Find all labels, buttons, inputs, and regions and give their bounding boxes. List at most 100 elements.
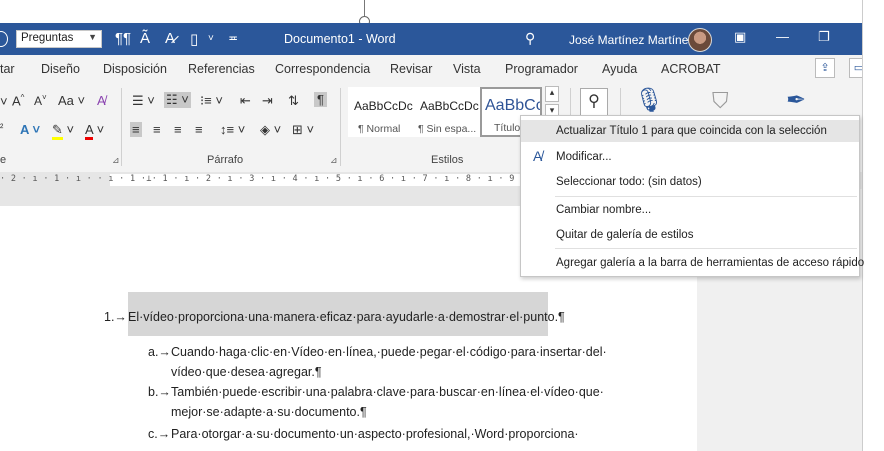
font-dialog-launcher-icon[interactable]: ⊿ bbox=[112, 155, 120, 166]
superscript-icon[interactable]: ² bbox=[0, 123, 3, 134]
share-icon[interactable]: ⇪ bbox=[815, 58, 835, 78]
increase-indent-icon[interactable]: ⇥ bbox=[262, 93, 273, 109]
tab-programador[interactable]: Programador bbox=[505, 62, 578, 76]
search-icon[interactable]: ⚲ bbox=[580, 88, 608, 116]
menu-item-label: Seleccionar todo: (sin datos) bbox=[556, 176, 702, 188]
styles-group-label: Estilos bbox=[431, 154, 464, 166]
list-item-text[interactable]: Para·otorgar·a·su·documento·un·aspecto·p… bbox=[171, 427, 579, 441]
menu-item-remove-from-gallery[interactable]: Quitar de galería de estilos bbox=[521, 224, 859, 246]
paragraph-dialog-launcher-icon[interactable]: ⊿ bbox=[330, 155, 338, 166]
menu-separator bbox=[555, 248, 857, 249]
numbering-icon[interactable]: ☷ ˅ bbox=[164, 92, 191, 108]
group-separator bbox=[121, 88, 122, 166]
style-sample: AaBbCcDc bbox=[354, 99, 413, 113]
menu-item-label: Actualizar Título 1 para que coincida co… bbox=[556, 125, 827, 137]
align-center-icon[interactable]: ≡ bbox=[153, 122, 161, 137]
decrease-indent-icon[interactable]: ⇤ bbox=[240, 93, 251, 109]
highlight-color-icon[interactable]: ✎ ˅ bbox=[52, 122, 74, 140]
gallery-scroll-up-icon[interactable]: ▴ bbox=[545, 86, 559, 102]
bullets-icon[interactable]: ☰ ˅ bbox=[132, 93, 155, 109]
change-case-icon[interactable]: Aa ˅ bbox=[58, 93, 85, 108]
chevron-down-icon[interactable]: ˅ bbox=[208, 33, 214, 44]
text-effects-icon[interactable]: A ˅ bbox=[20, 122, 40, 137]
minimize-icon[interactable]: — bbox=[776, 29, 789, 44]
list-item-text[interactable]: Cuando·haga·clic·en·Vídeo·en·línea,·pued… bbox=[171, 345, 607, 359]
multilevel-list-icon[interactable]: ⁝≡ ˅ bbox=[200, 93, 223, 109]
clear-formatting-icon[interactable]: A̸ bbox=[97, 93, 106, 108]
tab-acrobat[interactable]: ACROBAT bbox=[661, 62, 721, 76]
list-letter: c.→ bbox=[148, 427, 171, 441]
restore-icon[interactable]: ❐ bbox=[818, 29, 830, 45]
ribbon-tabs: tar Diseño Disposición Referencias Corre… bbox=[0, 55, 869, 82]
menu-item-label: Agregar galería a la barra de herramient… bbox=[556, 257, 865, 269]
tab-referencias[interactable]: Referencias bbox=[188, 62, 255, 76]
grow-font-icon[interactable]: A^ bbox=[12, 93, 24, 108]
font-color-icon[interactable]: A ˅ bbox=[85, 122, 104, 140]
list-letter: a.→ bbox=[148, 345, 171, 359]
tab-vista[interactable]: Vista bbox=[453, 62, 481, 76]
group-separator bbox=[340, 88, 341, 166]
tab-diseno[interactable]: Diseño bbox=[41, 62, 80, 76]
list-letter: b.→ bbox=[148, 385, 171, 399]
tab-revisar[interactable]: Revisar bbox=[390, 62, 432, 76]
autosave-icon[interactable] bbox=[0, 31, 8, 47]
text-effect-icon[interactable]: A͂ bbox=[140, 30, 150, 47]
tab-disposicion[interactable]: Disposición bbox=[103, 62, 167, 76]
tab-ayuda[interactable]: Ayuda bbox=[602, 62, 637, 76]
sensitivity-icon[interactable]: ⛉ bbox=[712, 88, 729, 114]
pilcrow-icon[interactable]: ¶¶ bbox=[115, 30, 131, 47]
show-marks-icon[interactable]: ¶ bbox=[314, 92, 327, 107]
list-item-text[interactable]: vídeo·que·desea·agregar.¶ bbox=[171, 365, 322, 379]
ribbon-display-icon[interactable]: ▣ bbox=[734, 29, 746, 45]
style-combobox-value: Preguntas bbox=[21, 32, 74, 44]
editor-icon[interactable]: ✒ bbox=[786, 86, 806, 115]
style-name: ¶ Sin espa... bbox=[418, 123, 477, 135]
sort-icon[interactable]: ⇅ bbox=[288, 93, 299, 109]
list-number: 1.→ bbox=[104, 310, 127, 324]
user-name[interactable]: José Martínez Martínez bbox=[569, 33, 694, 47]
style-icon[interactable]: ▯ bbox=[190, 30, 198, 48]
window-right-edge bbox=[862, 0, 884, 451]
style-context-menu: Actualizar Título 1 para que coincida co… bbox=[520, 115, 864, 277]
menu-item-label: Cambiar nombre... bbox=[556, 204, 652, 216]
modify-style-icon: A̸ bbox=[533, 148, 543, 164]
menu-item-select-all[interactable]: Seleccionar todo: (sin datos) bbox=[521, 171, 859, 193]
style-normal[interactable]: AaBbCcDc ¶ Normal bbox=[348, 87, 414, 137]
shading-icon[interactable]: ◈ ˅ bbox=[260, 122, 281, 138]
chevron-down-icon[interactable]: ˅ bbox=[0, 94, 8, 109]
line-spacing-icon[interactable]: ↕≡ ˅ bbox=[220, 122, 245, 137]
justify-icon[interactable]: ≡ bbox=[195, 122, 203, 137]
clear-format-icon[interactable]: A̷ bbox=[165, 30, 175, 47]
menu-item-label: Modificar... bbox=[556, 151, 612, 163]
chevron-down-icon[interactable]: ▼ bbox=[88, 32, 97, 42]
menu-item-modify[interactable]: A̸ Modificar... bbox=[521, 146, 859, 168]
style-combobox[interactable]: Preguntas ▼ bbox=[16, 30, 102, 48]
tab-correspondencia[interactable]: Correspondencia bbox=[275, 62, 370, 76]
style-sample: AaBbCcDc bbox=[420, 99, 479, 113]
list-item-text[interactable]: mejor·se·adapte·a·su·documento.¶ bbox=[171, 405, 367, 419]
dictate-microphone-icon[interactable]: 🎙 bbox=[634, 86, 664, 115]
font-group-label: e bbox=[0, 154, 7, 166]
paragraph-group-label: Párrafo bbox=[207, 154, 244, 166]
tab-inicio-partial[interactable]: tar bbox=[0, 62, 15, 76]
menu-item-add-to-qat[interactable]: Agregar galería a la barra de herramient… bbox=[521, 252, 864, 274]
list-item-text[interactable]: El·vídeo·proporciona·una·manera·eficaz·p… bbox=[128, 310, 565, 324]
title-bar: Preguntas ▼ ¶¶ A͂ A̷ ▯ ˅ ≖ Documento1 - … bbox=[0, 23, 862, 55]
align-right-icon[interactable]: ≡ bbox=[174, 122, 182, 137]
style-sample: AaBbCc bbox=[485, 97, 542, 114]
avatar[interactable] bbox=[688, 28, 712, 52]
shrink-font-icon[interactable]: A˅ bbox=[34, 93, 47, 108]
menu-item-label: Quitar de galería de estilos bbox=[556, 229, 694, 241]
customize-qat-icon[interactable]: ≖ bbox=[228, 31, 238, 45]
top-strip bbox=[0, 0, 862, 23]
menu-separator bbox=[555, 196, 857, 197]
list-item-text[interactable]: También·puede·escribir·una·palabra·clave… bbox=[171, 385, 604, 399]
menu-item-rename[interactable]: Cambiar nombre... bbox=[521, 199, 859, 221]
document-title: Documento1 - Word bbox=[284, 32, 396, 46]
style-no-spacing[interactable]: AaBbCcDc ¶ Sin espa... bbox=[414, 87, 480, 137]
align-left-icon[interactable]: ≡ bbox=[130, 122, 142, 137]
search-icon[interactable]: ⚲ bbox=[525, 30, 535, 47]
menu-item-update-heading[interactable]: Actualizar Título 1 para que coincida co… bbox=[521, 120, 859, 142]
style-name: ¶ Normal bbox=[358, 123, 401, 135]
borders-icon[interactable]: ⊞ ˅ bbox=[292, 122, 314, 138]
